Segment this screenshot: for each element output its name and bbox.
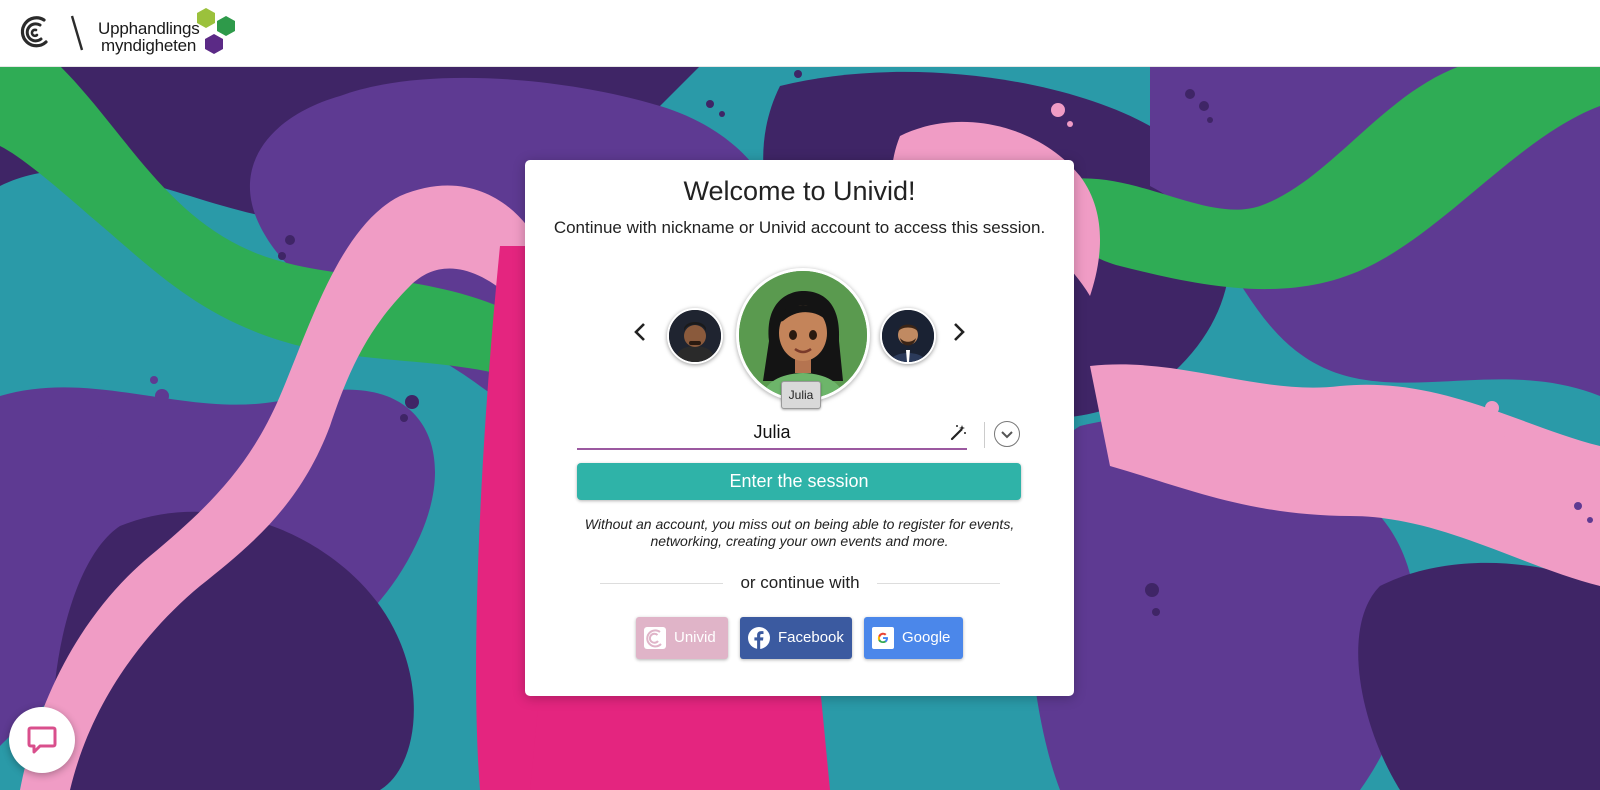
nickname-input[interactable]: Julia xyxy=(577,422,967,443)
top-bar: Upphandlings myndigheten xyxy=(0,0,1600,67)
avatar-option-previous[interactable] xyxy=(667,308,723,364)
univid-icon xyxy=(644,627,666,649)
partner-logo-line-2: myndigheten xyxy=(101,36,197,55)
chat-bubble-icon xyxy=(27,726,57,754)
chevron-down-icon xyxy=(1001,431,1013,439)
login-card: Welcome to Univid! Continue with nicknam… xyxy=(525,160,1074,696)
google-button-label: Google xyxy=(902,629,951,646)
page-subtitle: Continue with nickname or Univid account… xyxy=(553,218,1046,237)
avatar-name-tag: Julia xyxy=(781,381,821,409)
or-divider: or continue with xyxy=(600,573,1000,593)
facebook-login-button[interactable]: Facebook xyxy=(740,617,852,659)
field-separator xyxy=(984,422,985,448)
page-title: Welcome to Univid! xyxy=(683,176,916,206)
univid-logo-icon[interactable] xyxy=(18,12,52,52)
avatar-option-next[interactable] xyxy=(880,308,936,364)
univid-login-button[interactable]: Univid xyxy=(636,617,728,659)
logo-divider xyxy=(70,15,84,51)
chat-button[interactable] xyxy=(9,707,75,773)
google-icon xyxy=(872,627,894,649)
enter-session-button[interactable]: Enter the session xyxy=(577,463,1021,500)
univid-button-label: Univid xyxy=(674,629,716,646)
chevron-right-icon[interactable] xyxy=(947,318,971,348)
divider-line-right xyxy=(877,583,1000,584)
partner-hexagon-logo-icon xyxy=(197,8,235,54)
facebook-button-label: Facebook xyxy=(778,629,844,646)
expand-options-button[interactable] xyxy=(994,421,1020,447)
chevron-left-icon[interactable] xyxy=(628,318,652,348)
facebook-icon xyxy=(748,627,770,649)
magic-wand-icon[interactable] xyxy=(949,424,967,442)
nickname-field[interactable]: Julia xyxy=(577,418,967,450)
google-login-button[interactable]: Google xyxy=(864,617,963,659)
account-disclaimer: Without an account, you miss out on bein… xyxy=(584,516,1015,549)
partner-logo-text[interactable]: Upphandlings myndigheten xyxy=(98,20,200,54)
